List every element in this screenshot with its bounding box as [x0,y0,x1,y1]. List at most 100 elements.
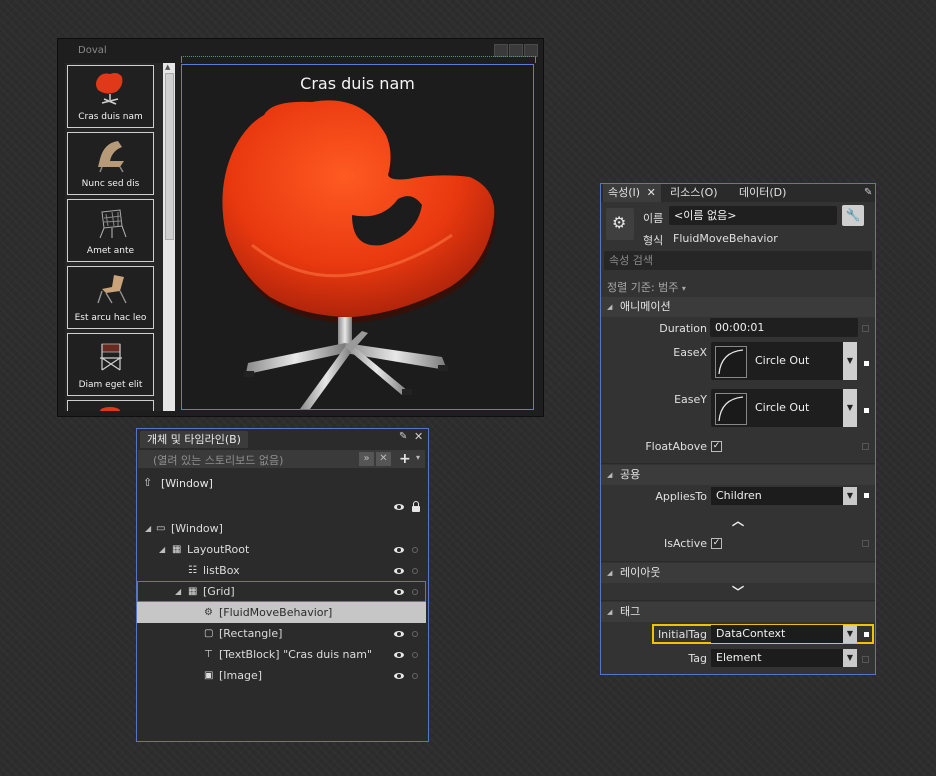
eye-icon[interactable] [394,673,404,679]
collapse-icon[interactable]: » [359,452,374,466]
tab-properties[interactable]: 속성(I) ✕ [603,184,661,202]
eye-icon[interactable] [394,652,404,658]
isactive-checkbox[interactable]: ✓ [711,538,722,549]
scroll-thumb[interactable] [165,73,174,240]
pin-icon[interactable]: ✎ [864,187,872,198]
eye-icon[interactable] [394,547,404,553]
scope-row[interactable]: ⇧ [Window] [141,475,401,493]
expand-icon[interactable]: ◢ [159,539,165,560]
collapse-icon[interactable]: ◢ [607,563,612,583]
appliesto-combo[interactable]: Children ▼ [711,487,857,505]
eye-icon[interactable] [394,504,404,510]
chevron-down-icon[interactable]: ▼ [843,625,857,643]
property-marker[interactable] [862,325,869,332]
easey-picker[interactable]: Circle Out ▼ [711,389,857,427]
director-chair-icon [68,338,153,374]
list-item[interactable] [67,400,154,411]
list-item[interactable]: Diam eget elit [67,333,154,396]
property-marker[interactable] [862,443,869,450]
tree-item-layoutroot[interactable]: ◢ ▦ LayoutRoot [137,539,426,560]
grid-icon: ▦ [172,544,182,555]
tree-item-listbox[interactable]: ☷ listBox [137,560,426,581]
listbox-scrollbar[interactable]: ▲ [163,63,175,411]
property-marker[interactable] [864,493,869,498]
chevron-down-icon[interactable]: ▼ [843,389,857,427]
section-animation[interactable]: ◢ 애니메이션 [601,297,875,317]
tab-resources[interactable]: 리소스(O) [665,184,723,202]
collapse-advanced-icon[interactable]: ︿ [601,512,875,529]
pin-icon[interactable]: ✎ [399,431,407,442]
eye-icon[interactable] [394,589,404,595]
tab-objects-timeline[interactable]: 개체 및 타임라인(B) [140,431,248,448]
lock-dot[interactable] [412,568,418,574]
property-marker[interactable] [862,540,869,547]
section-divider [601,463,875,464]
property-marker[interactable] [864,408,869,413]
name-field[interactable]: <이름 없음> [669,206,837,225]
rectangle-icon: ▢ [204,628,214,639]
list-item-label: Amet ante [86,246,135,256]
lock-dot[interactable] [412,652,418,658]
lock-dot[interactable] [412,631,418,637]
storyboard-picker[interactable]: (열려 있는 스토리보드 없음) » ✕ + ▾ [138,450,425,468]
section-tag[interactable]: ◢ 태그 [601,602,875,622]
list-item[interactable]: Est arcu hac leo [67,266,154,329]
add-storyboard-icon[interactable]: + [399,451,411,467]
expand-icon[interactable]: ◢ [145,518,151,539]
section-common[interactable]: ◢ 공용 [601,465,875,485]
floatabove-checkbox[interactable]: ✓ [711,441,722,452]
lock-dot[interactable] [412,673,418,679]
wrench-icon[interactable]: 🔧 [842,205,864,226]
duration-label: Duration [659,322,707,335]
close-icon[interactable]: ✕ [414,430,423,443]
eye-icon[interactable] [394,568,404,574]
list-item[interactable]: Nunc sed dis [67,132,154,195]
app-window-preview: Doval Cras duis nam Nunc sed dis Amet an… [57,38,544,417]
close-icon[interactable]: ✕ [647,186,656,199]
chevron-down-icon[interactable]: ▼ [843,342,857,380]
chevron-down-icon[interactable]: ▼ [843,487,857,505]
collapse-icon[interactable]: ◢ [607,602,612,622]
window-title: Doval [78,45,107,56]
property-marker[interactable] [864,632,869,637]
tab-data[interactable]: 데이터(D) [734,184,791,202]
list-item[interactable]: Cras duis nam [67,65,154,128]
list-item[interactable]: Amet ante [67,199,154,262]
collapse-icon[interactable]: ◢ [607,297,612,317]
lock-dot[interactable] [412,547,418,553]
type-value: FluidMoveBehavior [673,232,778,245]
selected-grid[interactable]: Cras duis nam [181,64,534,410]
tree-item-fluidmovebehavior[interactable]: ⚙ [FluidMoveBehavior] [137,602,426,623]
property-marker[interactable] [864,361,869,366]
lock-dot[interactable] [412,589,418,595]
initialtag-combo[interactable]: DataContext ▼ [711,625,857,643]
expand-icon[interactable]: ◢ [175,581,181,602]
tree-item-window[interactable]: ◢ ▭ [Window] [137,518,426,539]
root-visibility-row [137,499,426,517]
easex-picker[interactable]: Circle Out ▼ [711,342,857,380]
eye-icon[interactable] [394,631,404,637]
duration-field[interactable]: 00:00:01 [710,318,858,337]
sort-by-dropdown[interactable]: 정렬 기준: 범주 ▾ [607,279,686,295]
property-marker[interactable] [862,656,869,663]
list-item-label: Nunc sed dis [81,179,140,189]
scroll-up-icon[interactable]: ▲ [165,63,170,71]
tree-item-grid[interactable]: ◢ ▦ [Grid] [137,581,426,602]
tree-item-textblock[interactable]: ⊤ [TextBlock] "Cras duis nam" [137,644,426,665]
chevron-down-icon[interactable]: ▼ [843,649,857,667]
section-layout[interactable]: ◢ 레이아웃 [601,563,875,583]
expand-advanced-icon[interactable]: ﹀ [601,583,875,600]
chair-listbox[interactable]: Cras duis nam Nunc sed dis Amet ante Est… [65,63,165,411]
section-divider [601,561,875,562]
tree-item-rectangle[interactable]: ▢ [Rectangle] [137,623,426,644]
grid-icon: ▦ [188,586,198,597]
tree-item-label: [Rectangle] [219,627,283,640]
chevron-down-icon[interactable]: ▾ [416,453,420,462]
lock-icon[interactable] [412,501,420,512]
close-storyboard-icon[interactable]: ✕ [376,452,391,466]
tree-item-image[interactable]: ▣ [Image] [137,665,426,686]
tag-combo[interactable]: Element ▼ [711,649,857,667]
collapse-icon[interactable]: ◢ [607,465,612,485]
property-search-input[interactable]: 속성 검색 [604,251,872,270]
scope-up-icon[interactable]: ⇧ [143,476,152,489]
